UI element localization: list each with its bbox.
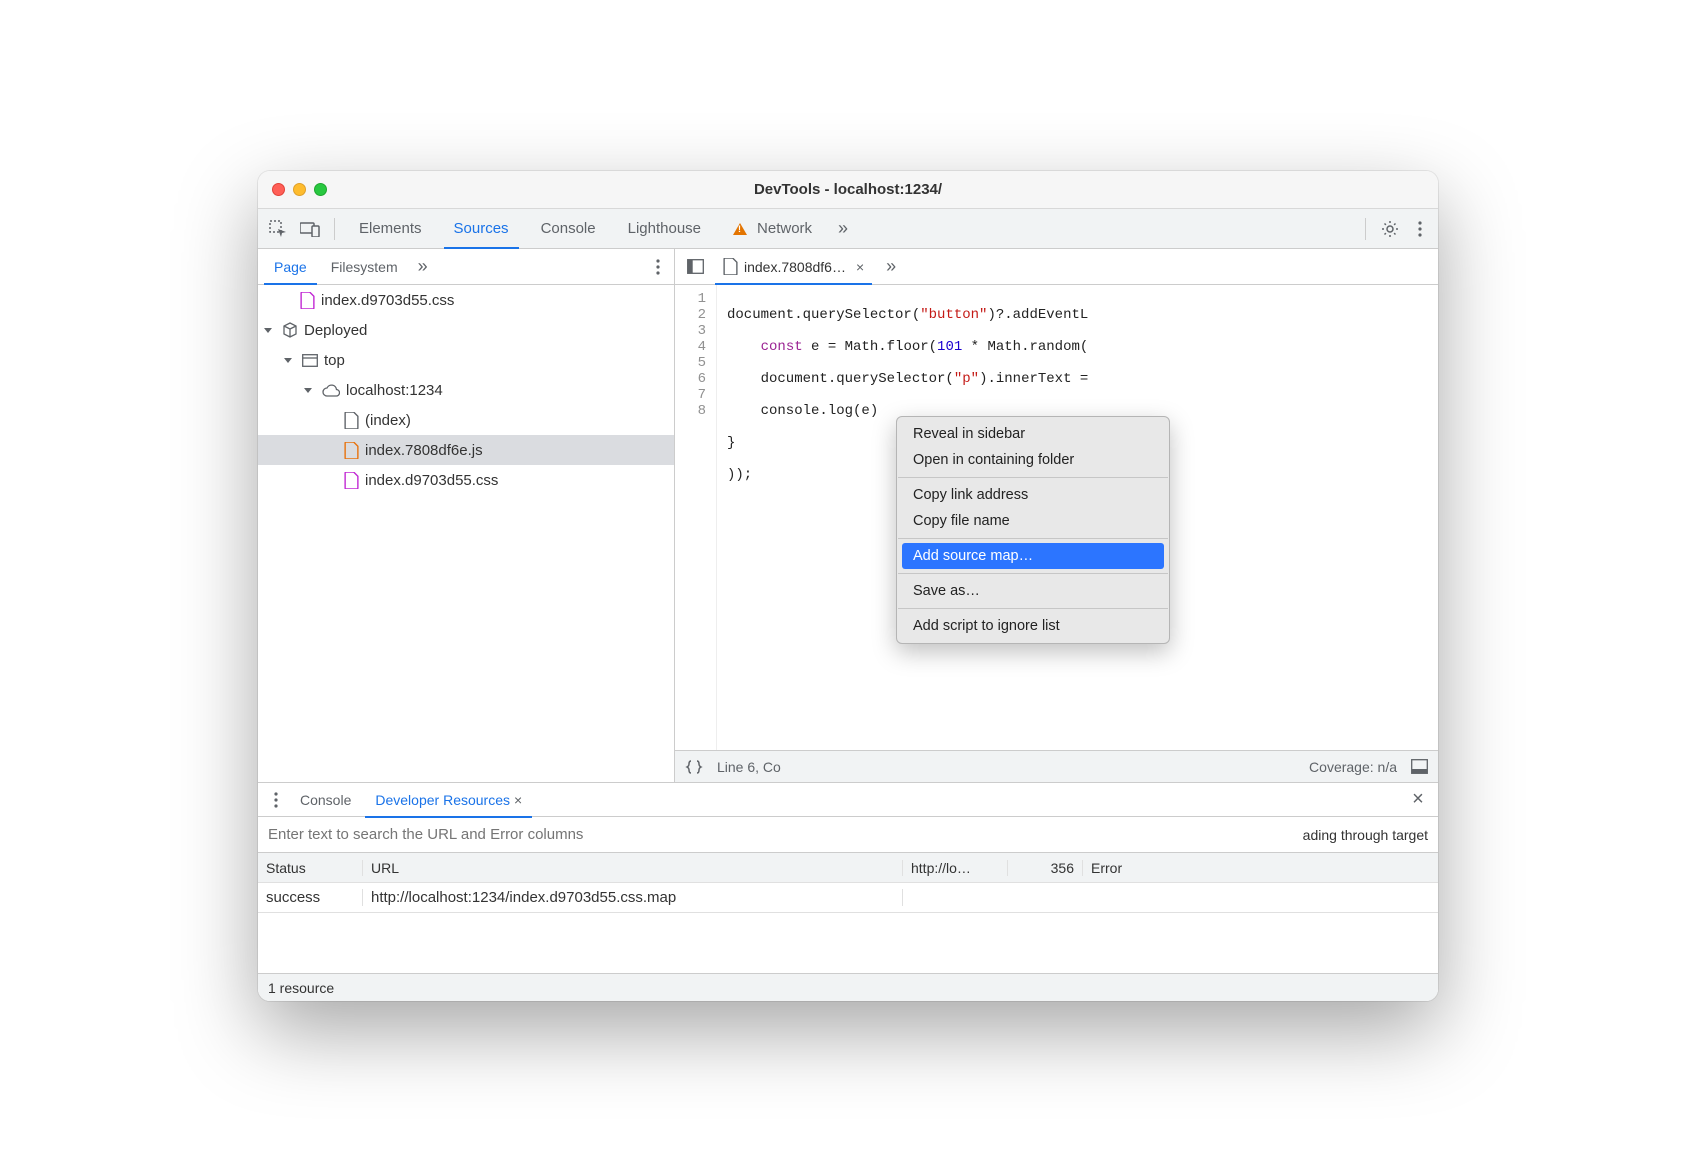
navigator-tab-page[interactable]: Page xyxy=(262,249,319,285)
drawer-footer: 1 resource xyxy=(258,973,1438,1001)
tree-deployed[interactable]: Deployed xyxy=(258,315,674,345)
drawer: Console Developer Resources × × ading th… xyxy=(258,782,1438,1001)
menu-add-source-map[interactable]: Add source map… xyxy=(902,543,1164,569)
titlebar: DevTools - localhost:1234/ xyxy=(258,171,1438,209)
menu-open-containing-folder[interactable]: Open in containing folder xyxy=(897,447,1169,473)
row-url: http://localhost:1234/index.d9703d55.css… xyxy=(363,889,903,906)
toggle-navigator-icon[interactable] xyxy=(681,253,709,281)
minimize-window-button[interactable] xyxy=(293,183,306,196)
drawer-tab-dev-resources[interactable]: Developer Resources × xyxy=(363,782,534,818)
col-url-header[interactable]: URL xyxy=(363,860,903,876)
code-gutter: 12345678 xyxy=(675,285,717,750)
package-icon xyxy=(282,322,298,338)
zoom-window-button[interactable] xyxy=(314,183,327,196)
menu-save-as[interactable]: Save as… xyxy=(897,578,1169,604)
close-tab-icon[interactable]: × xyxy=(856,259,864,275)
file-index-js[interactable]: index.7808df6e.js xyxy=(258,435,674,465)
file-css-icon xyxy=(344,472,359,489)
editor-statusbar: Line 6, Co Coverage: n/a xyxy=(675,750,1438,782)
tab-sources[interactable]: Sources xyxy=(440,209,523,249)
pretty-print-icon[interactable] xyxy=(685,760,703,774)
tree-top[interactable]: top xyxy=(258,345,674,375)
resources-table: Status URL http://lo… 356 Error success … xyxy=(258,853,1438,973)
file-css-icon xyxy=(300,292,315,309)
device-toggle-icon[interactable] xyxy=(296,215,324,243)
close-drawer-icon[interactable]: × xyxy=(1404,786,1432,814)
main-area: Page Filesystem » index.d9703d55.css Dep… xyxy=(258,249,1438,782)
file-index-html[interactable]: (index) xyxy=(258,405,674,435)
more-icon[interactable] xyxy=(1408,217,1432,241)
editor-tabs-overflow-icon[interactable]: » xyxy=(878,256,904,277)
file-index-css[interactable]: index.d9703d55.css xyxy=(258,465,674,495)
file-js-icon xyxy=(344,442,359,459)
show-sidebar-icon[interactable] xyxy=(1411,759,1428,774)
menu-copy-filename[interactable]: Copy file name xyxy=(897,508,1169,534)
settings-icon[interactable] xyxy=(1376,215,1404,243)
editor-tab-index-js[interactable]: index.7808df6… × xyxy=(715,249,872,285)
drawer-tabstrip: Console Developer Resources × × xyxy=(258,783,1438,817)
navigator-panel: Page Filesystem » index.d9703d55.css Dep… xyxy=(258,249,675,782)
col-initiator-link[interactable]: http://lo… xyxy=(903,860,1008,876)
editor-tabstrip: index.7808df6… × » xyxy=(675,249,1438,285)
traffic-lights xyxy=(272,183,327,196)
table-row[interactable]: success http://localhost:1234/index.d970… xyxy=(258,883,1438,913)
context-menu: Reveal in sidebar Open in containing fol… xyxy=(896,416,1170,644)
inspect-icon[interactable] xyxy=(264,215,292,243)
file-tree: index.d9703d55.css Deployed top localhos… xyxy=(258,285,674,495)
file-icon xyxy=(344,412,359,429)
coverage-label: Coverage: n/a xyxy=(1309,759,1397,775)
close-drawer-tab-icon[interactable]: × xyxy=(514,792,522,808)
tabs-overflow-icon[interactable]: » xyxy=(830,218,856,239)
warning-icon xyxy=(733,223,747,235)
caret-down-icon xyxy=(264,328,272,333)
file-icon xyxy=(723,258,738,275)
drawer-tab-console[interactable]: Console xyxy=(288,782,363,818)
navigator-tabs: Page Filesystem » xyxy=(258,249,674,285)
col-status-header[interactable]: Status xyxy=(258,860,363,876)
search-input[interactable] xyxy=(268,826,1293,843)
tree-host[interactable]: localhost:1234 xyxy=(258,375,674,405)
menu-reveal-sidebar[interactable]: Reveal in sidebar xyxy=(897,421,1169,447)
frame-icon xyxy=(302,354,318,367)
window-title: DevTools - localhost:1234/ xyxy=(258,181,1438,198)
cloud-icon xyxy=(322,384,340,397)
close-window-button[interactable] xyxy=(272,183,285,196)
cursor-position: Line 6, Co xyxy=(717,759,781,775)
navigator-overflow-icon[interactable]: » xyxy=(410,256,436,277)
caret-down-icon xyxy=(304,388,312,393)
menu-add-ignore-list[interactable]: Add script to ignore list xyxy=(897,613,1169,639)
tab-network[interactable]: Network xyxy=(719,209,826,249)
tab-lighthouse[interactable]: Lighthouse xyxy=(614,209,715,249)
navigator-tab-filesystem[interactable]: Filesystem xyxy=(319,249,410,285)
search-row: ading through target xyxy=(258,817,1438,853)
table-header: Status URL http://lo… 356 Error xyxy=(258,853,1438,883)
drawer-more-icon[interactable] xyxy=(264,788,288,812)
devtools-window: DevTools - localhost:1234/ Elements Sour… xyxy=(258,171,1438,1001)
main-toolbar: Elements Sources Console Lighthouse Netw… xyxy=(258,209,1438,249)
tab-elements[interactable]: Elements xyxy=(345,209,436,249)
loading-through-target-label: ading through target xyxy=(1303,827,1428,843)
tab-console[interactable]: Console xyxy=(527,209,610,249)
caret-down-icon xyxy=(284,358,292,363)
menu-copy-link[interactable]: Copy link address xyxy=(897,482,1169,508)
row-status: success xyxy=(258,889,363,906)
col-error-header[interactable]: Error xyxy=(1083,860,1438,876)
navigator-more-icon[interactable] xyxy=(646,255,670,279)
col-size-header[interactable]: 356 xyxy=(1008,860,1083,876)
file-css-top[interactable]: index.d9703d55.css xyxy=(258,285,674,315)
